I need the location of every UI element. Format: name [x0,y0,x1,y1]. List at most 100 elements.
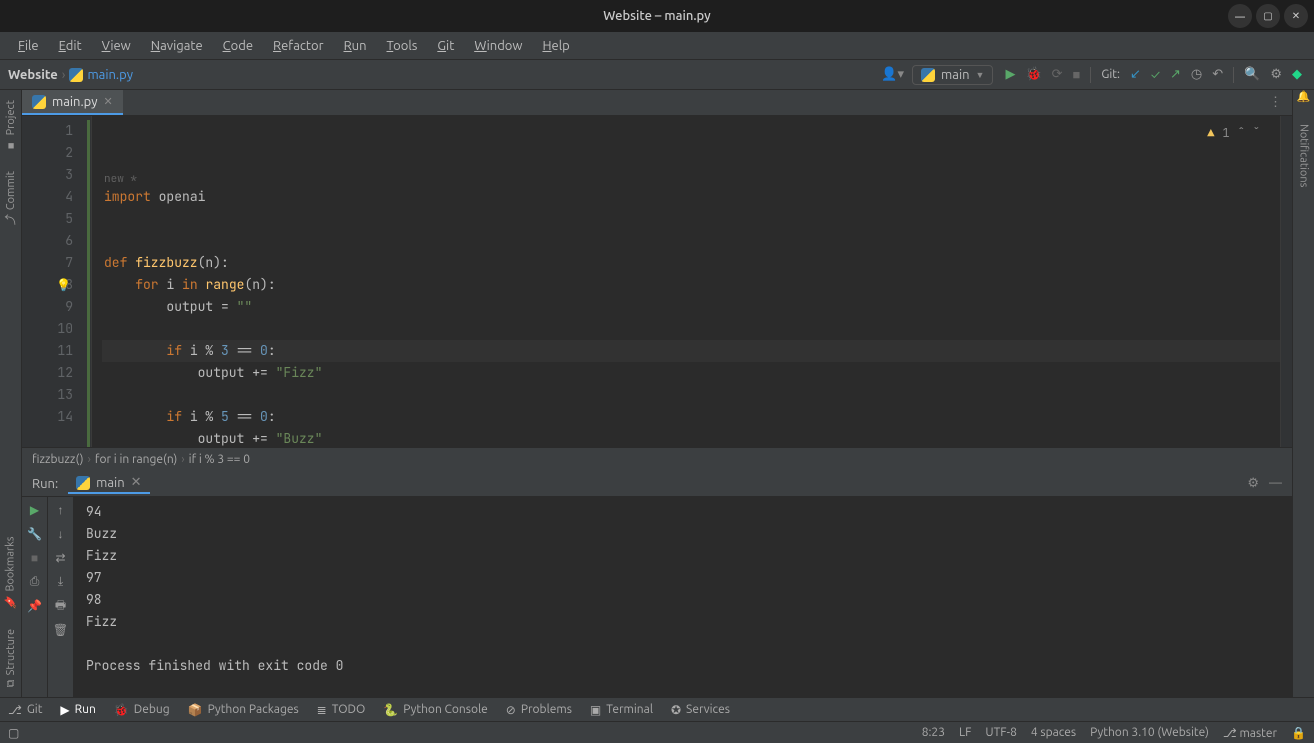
code-line[interactable]: output += "Fizz" [102,362,1280,384]
code-line[interactable]: if i % 5 == 0: [102,406,1280,428]
menu-file[interactable]: File [8,35,49,57]
git-label: Git: [1101,68,1120,81]
breadcrumb-file[interactable]: main.py [69,68,133,82]
window-minimize[interactable]: — [1228,4,1252,28]
menu-tools[interactable]: Tools [377,35,428,57]
code-line[interactable] [102,318,1280,340]
notifications-icon[interactable]: 🔔 [1297,90,1311,114]
python-icon [76,476,90,490]
run-tab[interactable]: main ✕ [68,473,149,494]
code-line[interactable]: for i in range(n): [102,274,1280,296]
git-pull-icon[interactable]: ↙ [1130,67,1141,82]
menu-window[interactable]: Window [464,35,532,57]
run-config-select[interactable]: main ▼ [912,65,993,85]
debug-button[interactable]: 🐞 [1025,67,1041,82]
lock-icon[interactable]: 🔒 [1291,726,1306,740]
close-run-tab-icon[interactable]: ✕ [131,475,142,490]
bookmarks-tool[interactable]: 🔖Bookmarks [4,536,17,609]
status-line-sep[interactable]: LF [959,726,971,739]
window-title: Website – main.py [603,9,710,23]
run-output[interactable]: 94 Buzz Fizz 97 98 Fizz Process finished… [74,497,1292,697]
menu-git[interactable]: Git [427,35,464,57]
hide-panel-icon[interactable]: — [1269,476,1282,491]
tool-run[interactable]: ▶Run [60,703,95,717]
intention-bulb-icon[interactable]: 💡 [56,274,71,296]
tool-terminal[interactable]: ▣Terminal [590,703,653,717]
structure-tool[interactable]: ⧉Structure [5,629,17,687]
status-branch[interactable]: ⎇ master [1223,726,1277,740]
crumb[interactable]: fizzbuzz() [32,453,84,466]
code-line[interactable] [102,384,1280,406]
print-icon[interactable]: 🖶 [52,597,70,615]
status-sdk[interactable]: Python 3.10 (Website) [1090,726,1209,739]
status-indent[interactable]: 4 spaces [1031,726,1076,739]
next-highlight-icon[interactable]: ˇ [1253,122,1260,144]
tool-python-console[interactable]: 🐍Python Console [383,703,487,717]
code-line[interactable]: output += "Buzz" [102,428,1280,447]
user-icon[interactable]: 👤▾ [881,67,904,82]
editor-tab[interactable]: main.py ✕ [22,90,123,115]
settings-icon[interactable]: ⚙ [1270,67,1282,82]
dump-threads-icon[interactable]: ⎙ [26,573,44,591]
menu-navigate[interactable]: Navigate [141,35,213,57]
search-icon[interactable]: 🔍 [1244,67,1260,82]
warning-icon[interactable]: ▲ [1207,122,1214,144]
rerun-button[interactable]: ▶ [26,501,44,519]
prev-highlight-icon[interactable]: ˆ [1238,122,1245,144]
status-position[interactable]: 8:23 [922,726,945,739]
pin-icon[interactable]: 📌 [26,597,44,615]
crumb[interactable]: for i in range(n) [95,453,177,466]
breadcrumb-project[interactable]: Website [8,68,58,82]
delete-icon[interactable]: 🗑 [52,621,70,639]
tool-todo[interactable]: ≣TODO [317,703,366,717]
tab-more-icon[interactable]: ⋮ [1259,90,1292,115]
stop-run-button[interactable]: ■ [26,549,44,567]
soft-wrap-icon[interactable]: ⇄ [52,549,70,567]
run-button[interactable]: ▶ [1005,67,1015,82]
history-icon[interactable]: ◷ [1191,67,1202,82]
tool-debug[interactable]: 🐞Debug [114,703,170,717]
menu-view[interactable]: View [92,35,141,57]
menu-edit[interactable]: Edit [49,35,92,57]
tool-python-packages[interactable]: 📦Python Packages [188,703,299,717]
editor-scrollbar[interactable] [1280,116,1292,447]
status-encoding[interactable]: UTF-8 [985,726,1016,739]
scroll-down-icon[interactable]: ↓ [52,525,70,543]
show-tools-icon[interactable]: ▢ [8,726,19,740]
git-push-icon[interactable]: ↗ [1170,67,1181,82]
author-hint: new * [102,168,137,190]
python-icon [69,68,83,82]
stop-button[interactable]: ■ [1073,67,1081,82]
window-maximize[interactable]: ▢ [1256,4,1280,28]
scroll-up-icon[interactable]: ↑ [52,501,70,519]
code-line[interactable] [102,230,1280,252]
menu-code[interactable]: Code [213,35,263,57]
menu-help[interactable]: Help [532,35,579,57]
project-tool[interactable]: ■Project [5,100,17,151]
window-close[interactable]: ✕ [1284,4,1308,28]
ide-logo-icon[interactable]: ◆ [1292,67,1302,82]
coverage-button[interactable]: ⟳ [1052,67,1063,82]
notifications-tool[interactable]: Notifications [1298,124,1310,187]
code-line[interactable]: if i % 3 == 0: [102,340,1280,362]
close-tab-icon[interactable]: ✕ [104,95,113,108]
code-line[interactable]: output = "" [102,296,1280,318]
code-line[interactable]: def fizzbuzz(n): [102,252,1280,274]
code-line[interactable]: import openai [102,186,1280,208]
tool-git[interactable]: ⎇Git [8,703,42,717]
code-line[interactable] [102,208,1280,230]
tool-wrench-icon[interactable]: 🔧 [26,525,44,543]
scroll-end-icon[interactable]: ⤓ [52,573,70,591]
chevron-down-icon: ▼ [976,70,985,80]
run-label: Run: [32,477,58,491]
commit-tool[interactable]: ⤴Commit [3,171,19,225]
run-settings-icon[interactable]: ⚙ [1247,476,1259,491]
revert-icon[interactable]: ↶ [1212,67,1223,82]
python-icon [32,95,46,109]
crumb[interactable]: if i % 3 == 0 [189,453,250,466]
git-commit-icon[interactable]: ✓ [1151,68,1160,82]
menu-run[interactable]: Run [334,35,377,57]
tool-services[interactable]: ✪Services [671,703,730,717]
menu-refactor[interactable]: Refactor [263,35,334,57]
tool-problems[interactable]: ⊘Problems [506,703,572,717]
